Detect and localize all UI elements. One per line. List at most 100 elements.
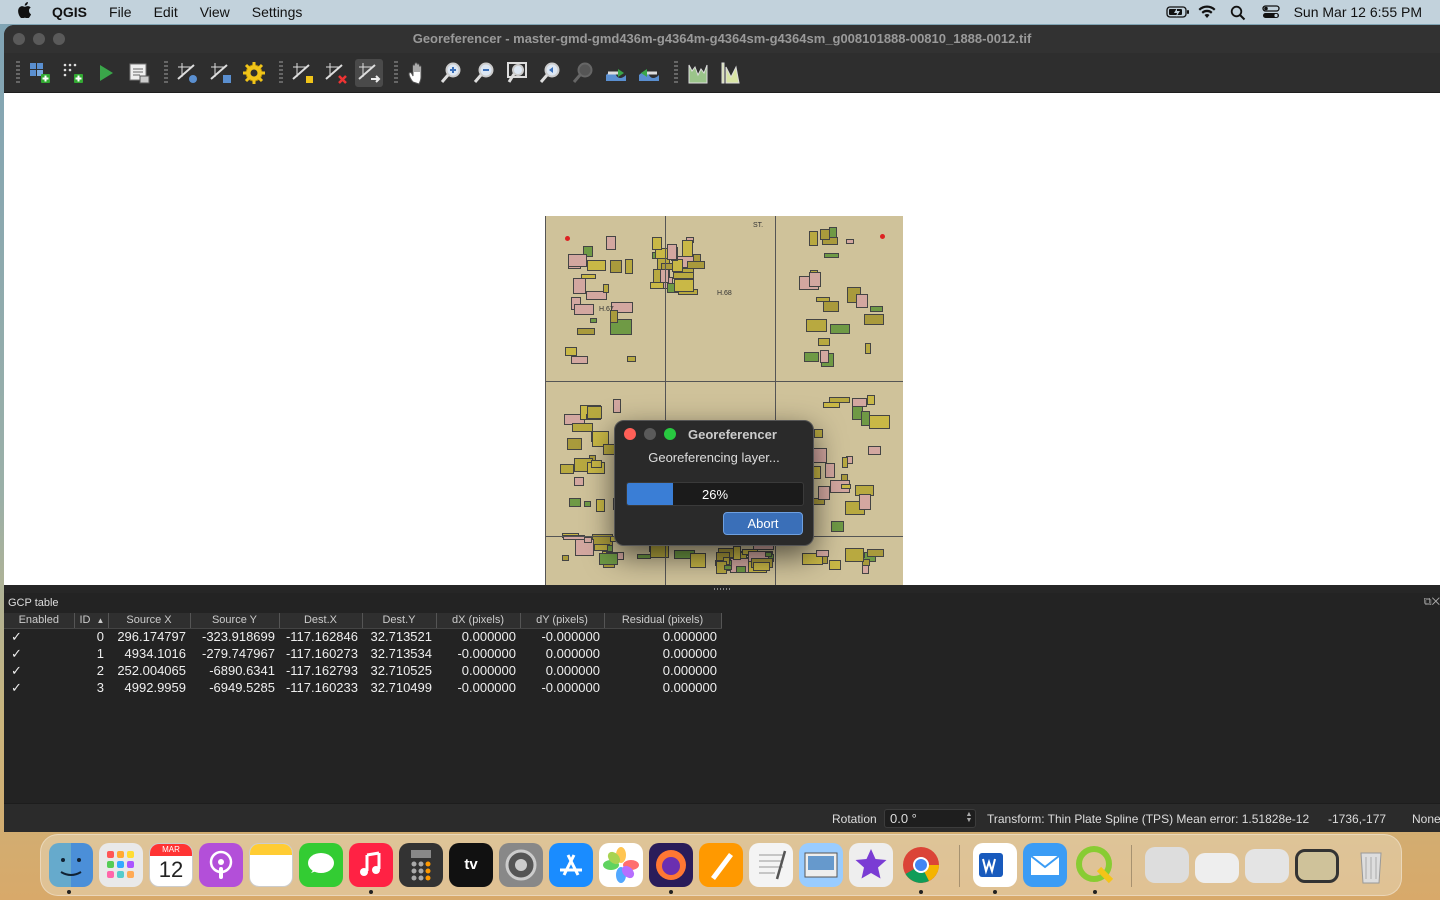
app-store-icon[interactable] <box>549 843 593 887</box>
calculator-icon[interactable] <box>399 843 443 887</box>
table-row[interactable]: ✓ 3 4992.9959 -6949.5285 -117.160233 32.… <box>4 679 721 696</box>
cell-dest-y[interactable]: 32.713521 <box>362 628 436 645</box>
apple-menu-icon[interactable] <box>18 2 32 22</box>
start-georef-icon[interactable] <box>59 59 87 87</box>
link-qgis-to-georef-icon[interactable] <box>635 59 663 87</box>
rotation-spinbox[interactable]: 0.0 ° ▲ ▼ <box>884 809 976 828</box>
table-row[interactable]: ✓ 1 4934.1016 -279.747967 -117.160273 32… <box>4 645 721 662</box>
cell-dest-y[interactable]: 32.710525 <box>362 662 436 679</box>
zoom-out-icon[interactable] <box>470 59 498 87</box>
table-row[interactable]: ✓ 2 252.004065 -6890.6341 -117.162793 32… <box>4 662 721 679</box>
col-dest-y[interactable]: Dest.Y <box>362 613 437 629</box>
minimized-window-thumbnail[interactable] <box>1245 849 1289 883</box>
pages-icon[interactable] <box>699 843 743 887</box>
gcp-table[interactable]: Enabled ID ▲ Source X Source Y Dest.X Des… <box>4 613 722 696</box>
cell-source-y[interactable]: -6890.6341 <box>190 662 279 679</box>
cell-source-x[interactable]: 252.004065 <box>108 662 190 679</box>
table-row[interactable]: ✓ 0 296.174797 -323.918699 -117.162846 3… <box>4 628 721 645</box>
move-gcp-icon[interactable] <box>355 58 383 87</box>
textedit-icon[interactable] <box>749 843 793 887</box>
link-georef-to-qgis-icon[interactable] <box>602 59 630 87</box>
enabled-checkbox[interactable]: ✓ <box>4 679 74 696</box>
word-icon[interactable] <box>973 843 1017 887</box>
file-menu[interactable]: File <box>109 4 132 20</box>
podcasts-icon[interactable] <box>199 843 243 887</box>
cell-source-x[interactable]: 296.174797 <box>108 628 190 645</box>
col-source-y[interactable]: Source Y <box>190 613 280 629</box>
gcp-marker[interactable] <box>880 234 885 239</box>
cell-dest-x[interactable]: -117.160233 <box>279 679 362 696</box>
panel-float-close-icon[interactable]: ⧉✕ <box>1424 596 1440 609</box>
wifi-icon[interactable] <box>1198 5 1216 19</box>
pan-icon[interactable] <box>404 59 432 87</box>
splitter-grip[interactable] <box>714 588 732 590</box>
minimized-window-thumbnail[interactable] <box>1145 847 1189 883</box>
add-point-icon[interactable] <box>289 59 317 87</box>
generate-script-icon[interactable] <box>125 59 153 87</box>
trash-icon[interactable] <box>1349 843 1393 887</box>
cell-dest-x[interactable]: -117.160273 <box>279 645 362 662</box>
finder-icon[interactable] <box>49 843 93 887</box>
cell-dest-y[interactable]: 32.710499 <box>362 679 436 696</box>
messages-icon[interactable] <box>299 843 343 887</box>
enabled-checkbox[interactable]: ✓ <box>4 645 74 662</box>
map-canvas[interactable]: H.68 H.67 ST. Georeferencer Georeferencing… <box>4 93 1440 585</box>
enabled-checkbox[interactable]: ✓ <box>4 628 74 645</box>
qgis-icon[interactable] <box>1073 843 1117 887</box>
col-residual[interactable]: Residual (pixels) <box>604 613 722 629</box>
local-histogram-stretch-icon[interactable] <box>717 59 745 87</box>
col-dx[interactable]: dX (pixels) <box>436 613 521 629</box>
dialog-zoom-button[interactable] <box>664 428 676 440</box>
imovie-icon[interactable] <box>849 843 893 887</box>
cell-source-y[interactable]: -6949.5285 <box>190 679 279 696</box>
spin-arrows-icon[interactable]: ▲ ▼ <box>965 811 973 825</box>
cell-dest-x[interactable]: -117.162846 <box>279 628 362 645</box>
system-settings-icon[interactable] <box>499 843 543 887</box>
chrome-icon[interactable] <box>899 843 943 887</box>
app-menu[interactable]: QGIS <box>52 4 87 20</box>
photos-icon[interactable] <box>599 843 643 887</box>
transformation-settings-icon[interactable] <box>174 59 202 87</box>
point-symbol-icon[interactable] <box>207 59 235 87</box>
music-icon[interactable] <box>349 843 393 887</box>
gcp-marker[interactable] <box>565 236 570 241</box>
zoom-next-icon[interactable] <box>569 59 597 87</box>
abort-button[interactable]: Abort <box>723 512 803 535</box>
zoom-to-layer-icon[interactable] <box>503 59 531 87</box>
spotlight-search-icon[interactable] <box>1230 5 1248 21</box>
col-id[interactable]: ID ▲ <box>74 613 109 629</box>
zoom-in-icon[interactable] <box>437 59 465 87</box>
run-georef-icon[interactable] <box>92 59 120 87</box>
col-dest-x[interactable]: Dest.X <box>279 613 363 629</box>
apple-tv-icon[interactable]: tv <box>449 843 493 887</box>
full-histogram-stretch-icon[interactable] <box>684 59 712 87</box>
minimized-window-thumbnail[interactable] <box>1195 853 1239 883</box>
crs-readout[interactable]: None <box>1412 812 1440 826</box>
enabled-checkbox[interactable]: ✓ <box>4 662 74 679</box>
cell-source-x[interactable]: 4934.1016 <box>108 645 190 662</box>
cell-dest-x[interactable]: -117.162793 <box>279 662 362 679</box>
notes-icon[interactable] <box>249 843 293 887</box>
edit-menu[interactable]: Edit <box>154 4 178 20</box>
col-dy[interactable]: dY (pixels) <box>520 613 605 629</box>
calendar-icon[interactable]: MAR 12 <box>149 843 193 887</box>
cell-source-x[interactable]: 4992.9959 <box>108 679 190 696</box>
cell-source-y[interactable]: -323.918699 <box>190 628 279 645</box>
col-source-x[interactable]: Source X <box>108 613 191 629</box>
battery-icon[interactable] <box>1165 5 1189 19</box>
launchpad-icon[interactable] <box>99 843 143 887</box>
settings-gear-icon[interactable] <box>240 59 268 87</box>
delete-point-icon[interactable] <box>322 59 350 87</box>
open-raster-icon[interactable] <box>26 59 54 87</box>
minimized-window-thumbnail[interactable] <box>1295 849 1339 883</box>
cell-source-y[interactable]: -279.747967 <box>190 645 279 662</box>
view-menu[interactable]: View <box>200 4 230 20</box>
settings-menu[interactable]: Settings <box>252 4 303 20</box>
firefox-icon[interactable] <box>649 843 693 887</box>
panel-splitter[interactable] <box>4 585 1440 593</box>
mail-icon[interactable] <box>1023 843 1067 887</box>
cell-dest-y[interactable]: 32.713534 <box>362 645 436 662</box>
control-center-icon[interactable] <box>1261 5 1280 19</box>
dialog-close-button[interactable] <box>624 428 636 440</box>
col-enabled[interactable]: Enabled <box>4 613 75 629</box>
